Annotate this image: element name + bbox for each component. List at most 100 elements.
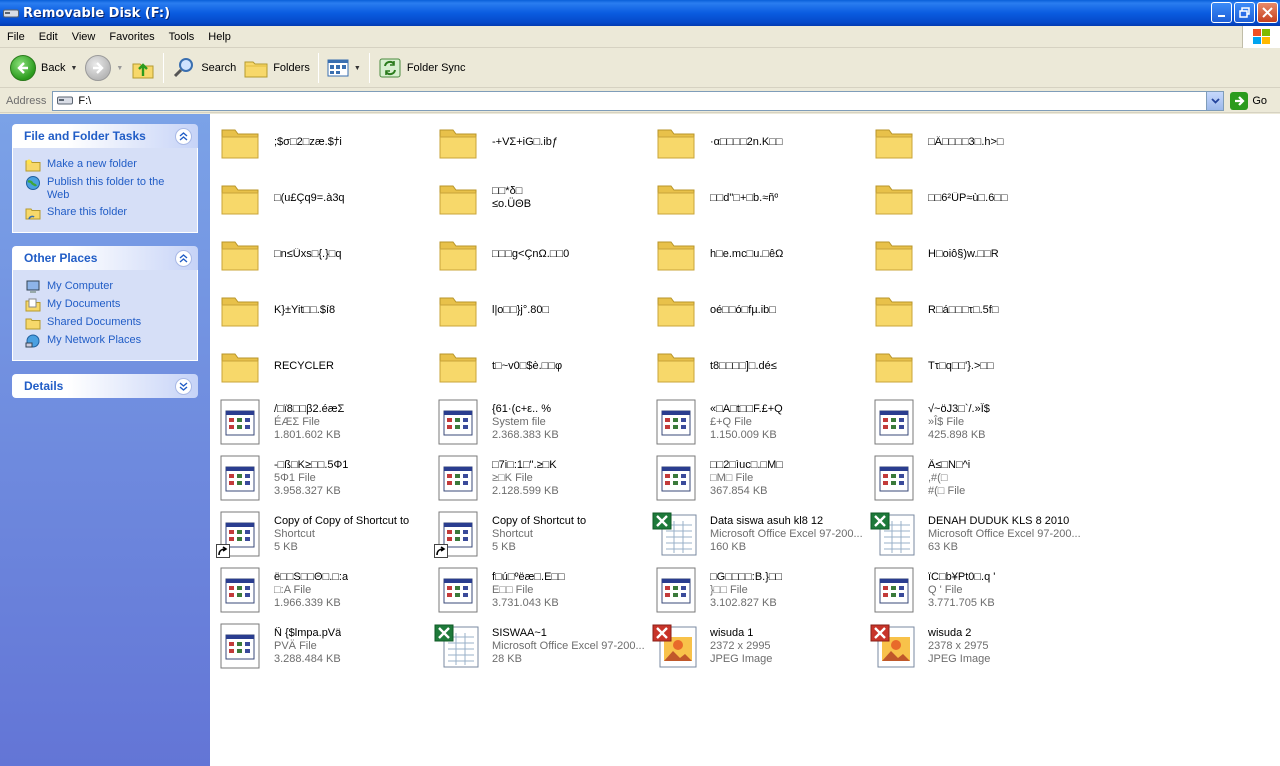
folder-item[interactable]: Tτ□q□□'}.>□□ bbox=[870, 340, 1080, 392]
file-item[interactable]: /□ï8□□β2.éæΣ ÉÆΣ File 1.801.602 KB bbox=[216, 396, 426, 448]
views-button[interactable]: ▼ bbox=[323, 52, 365, 84]
back-button[interactable]: Back ▼ bbox=[6, 52, 81, 84]
dropdown-arrow-icon[interactable]: ▼ bbox=[116, 65, 123, 72]
file-item[interactable]: □7i□:1□".≥□K ≥□K File 2.128.599 KB bbox=[434, 452, 644, 504]
my-documents-link[interactable]: My Documents bbox=[25, 298, 187, 312]
forward-button[interactable]: ▼ bbox=[81, 52, 127, 84]
go-button[interactable]: Go bbox=[1230, 91, 1267, 110]
folder-item[interactable]: ·α□□□□2n.K□□ bbox=[652, 116, 862, 168]
folder-item[interactable]: R□á□□□τ□.5f□ bbox=[870, 284, 1080, 336]
folder-item[interactable]: l|o□□}j°.80□ bbox=[434, 284, 644, 336]
app-icon-box bbox=[216, 622, 264, 670]
item-name: oé□□ó□fµ.ib□ bbox=[710, 303, 776, 316]
file-item[interactable]: Data siswa asuh kl8 12 Microsoft Office E… bbox=[652, 508, 862, 560]
maximize-button[interactable] bbox=[1234, 2, 1255, 23]
file-item[interactable]: SISWAA~1 Microsoft Office Excel 97-200...… bbox=[434, 620, 644, 672]
excel-icon-box bbox=[652, 510, 700, 558]
item-text: □□6²ÜP≈ù□.6□□ bbox=[928, 192, 1008, 205]
folder-sync-button[interactable]: Folder Sync bbox=[374, 52, 470, 84]
menu-tools[interactable]: Tools bbox=[162, 31, 202, 43]
folders-button[interactable]: Folders bbox=[240, 52, 314, 84]
folder-item[interactable]: H□oiô§)w.□□R bbox=[870, 228, 1080, 280]
file-item[interactable]: Copy of Shortcut to Shortcut 5 KB bbox=[434, 508, 644, 560]
menu-view[interactable]: View bbox=[65, 31, 103, 43]
folder-item[interactable]: t8□□□□]□.dé≤ bbox=[652, 340, 862, 392]
folder-item[interactable]: ;$σ□2□zæ.$ﾅi bbox=[216, 116, 426, 168]
up-folder-button[interactable] bbox=[127, 52, 159, 84]
file-item[interactable]: √~öJ3□`/.»Î$ »Î$ File 425.898 KB bbox=[870, 396, 1080, 448]
file-item[interactable]: Ä≤□N□^i ,#(□ #(□ File bbox=[870, 452, 1080, 504]
folder-item[interactable]: □(u£Çq9=.à3q bbox=[216, 172, 426, 224]
search-button[interactable]: Search bbox=[168, 52, 240, 84]
folder-item[interactable]: □□□g<ÇnΩ.□□0 bbox=[434, 228, 644, 280]
item-text: □G□□□□:B.}□□}□□ File 3.102.827 KB bbox=[710, 571, 782, 610]
publish-folder-web-link[interactable]: Publish this folder to the Web bbox=[25, 176, 187, 202]
file-item[interactable]: wisuda 1 2372 x 2995 JPEG Image bbox=[652, 620, 862, 672]
chevron-down-icon bbox=[1211, 97, 1220, 104]
chevron-up-icon[interactable] bbox=[175, 249, 192, 267]
menu-favorites[interactable]: Favorites bbox=[102, 31, 161, 43]
folder-item[interactable]: oé□□ó□fµ.ib□ bbox=[652, 284, 862, 336]
details-header[interactable]: Details bbox=[12, 374, 198, 398]
file-folder-tasks-header[interactable]: File and Folder Tasks bbox=[12, 124, 198, 148]
file-item[interactable]: -□ß□K≥□□.5Φ1 5Φ1 File 3.958.327 KB bbox=[216, 452, 426, 504]
address-dropdown-button[interactable] bbox=[1206, 91, 1224, 110]
file-item[interactable]: DENAH DUDUK KLS 8 2010 Microsoft Office E… bbox=[870, 508, 1080, 560]
folder-icon-box bbox=[216, 174, 264, 222]
folder-item[interactable]: □□d"□+□b.≈ñº bbox=[652, 172, 862, 224]
chevron-up-icon[interactable] bbox=[175, 127, 192, 145]
item-type: }□□ File bbox=[710, 583, 748, 596]
folder-item[interactable]: □n≤Üxs□{.}□q bbox=[216, 228, 426, 280]
folder-item[interactable]: t□~v0□$è.□□φ bbox=[434, 340, 644, 392]
other-places-header[interactable]: Other Places bbox=[12, 246, 198, 270]
item-size: 1.150.009 KB bbox=[710, 428, 777, 441]
file-item[interactable]: f□ú□ºëæ□.E□□ E□□ File 3.731.043 KB bbox=[434, 564, 644, 616]
share-folder-icon bbox=[25, 208, 41, 220]
folder-item[interactable]: □Ä□□□□3□.h>□ bbox=[870, 116, 1080, 168]
jpeg-icon-box bbox=[652, 622, 700, 670]
file-item[interactable]: ë□□S□□Θ□.□:a □:A File 1.966.339 KB bbox=[216, 564, 426, 616]
minimize-button[interactable] bbox=[1211, 2, 1232, 23]
share-folder-link[interactable]: Share this folder bbox=[25, 206, 187, 220]
item-name: wisuda 2 bbox=[928, 626, 972, 639]
views-icon bbox=[327, 59, 349, 77]
file-item[interactable]: {61·(c+ε.. % System file 2.368.383 KB bbox=[434, 396, 644, 448]
folder-item[interactable]: K}±Yit□□.$í8 bbox=[216, 284, 426, 336]
item-size: 1.801.602 KB bbox=[274, 428, 341, 441]
folder-item[interactable]: -+VΣ+iG□.ibƒ bbox=[434, 116, 644, 168]
my-network-places-link[interactable]: My Network Places bbox=[25, 334, 187, 348]
folders-label: Folders bbox=[273, 62, 310, 74]
app-icon-box bbox=[434, 398, 482, 446]
folder-item[interactable]: RECYCLER bbox=[216, 340, 426, 392]
folder-item[interactable]: □□6²ÜP≈ù□.6□□ bbox=[870, 172, 1080, 224]
file-item[interactable]: Copy of Copy of Shortcut to Shortcut 5 KB bbox=[216, 508, 426, 560]
address-input[interactable]: F:\ bbox=[52, 90, 1225, 111]
item-type: »Î$ File bbox=[928, 415, 965, 428]
file-item[interactable]: □□2□ìuc□.□M□ □M□ File 367.854 KB bbox=[652, 452, 862, 504]
menu-help[interactable]: Help bbox=[201, 31, 238, 43]
item-size: 3.288.484 KB bbox=[274, 652, 341, 665]
item-size: 28 KB bbox=[492, 652, 522, 665]
file-item[interactable]: «□A□t□□F.£+Q £+Q File 1.150.009 KB bbox=[652, 396, 862, 448]
file-item[interactable]: wisuda 2 2378 x 2975 JPEG Image bbox=[870, 620, 1080, 672]
close-button[interactable] bbox=[1257, 2, 1278, 23]
file-item[interactable]: □G□□□□:B.}□□}□□ File 3.102.827 KB bbox=[652, 564, 862, 616]
computer-icon bbox=[26, 280, 40, 293]
folder-item[interactable]: h□e.mc□u.□êΩ bbox=[652, 228, 862, 280]
my-computer-link[interactable]: My Computer bbox=[25, 280, 187, 294]
item-text: /□ï8□□β2.éæΣ ÉÆΣ File 1.801.602 KB bbox=[274, 403, 344, 442]
shared-documents-link[interactable]: Shared Documents bbox=[25, 316, 187, 330]
menu-file[interactable]: File bbox=[0, 31, 32, 43]
item-name: √~öJ3□`/.»Î$ bbox=[928, 402, 990, 415]
make-new-folder-link[interactable]: Make a new folder bbox=[25, 158, 187, 172]
folder-icon-box bbox=[216, 230, 264, 278]
item-name: ·α□□□□2n.K□□ bbox=[710, 135, 783, 148]
menu-edit[interactable]: Edit bbox=[32, 31, 65, 43]
file-item[interactable]: ïC□b¥Pt0□.q ' Q ' File 3.771.705 KB bbox=[870, 564, 1080, 616]
folder-item[interactable]: □□*δ□ ≤o.ÜΘB bbox=[434, 172, 644, 224]
chevron-down-icon[interactable] bbox=[175, 377, 192, 395]
dropdown-arrow-icon[interactable]: ▼ bbox=[70, 65, 77, 72]
dropdown-arrow-icon[interactable]: ▼ bbox=[354, 65, 361, 72]
item-size: 5 KB bbox=[274, 540, 298, 553]
file-item[interactable]: Ñ {$lmpa.pVä PVÄ File 3.288.484 KB bbox=[216, 620, 426, 672]
